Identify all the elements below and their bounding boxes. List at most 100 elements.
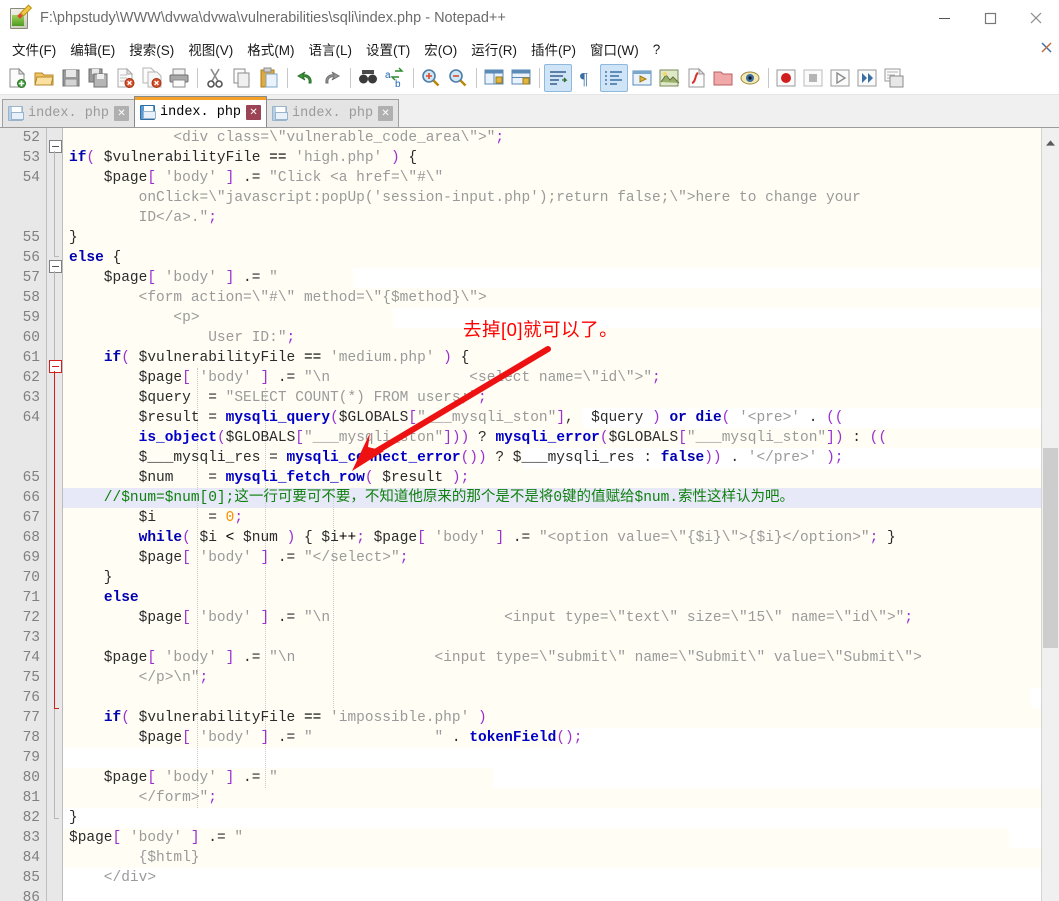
code-line-65[interactable]: $num = mysqli_fetch_row( $result ); <box>63 468 470 488</box>
cut-icon[interactable] <box>202 65 228 91</box>
menu-item-format[interactable]: 格式(M) <box>240 36 301 62</box>
code-line-54c[interactable]: ID</a>."; <box>63 208 217 228</box>
code-line-60[interactable]: User ID:"; <box>63 328 295 348</box>
save-all-icon[interactable] <box>85 65 111 91</box>
vertical-scrollbar[interactable] <box>1041 128 1059 901</box>
menu-item-settings[interactable]: 设置(T) <box>359 36 417 62</box>
code-line-64[interactable]: $result = mysqli_query($GLOBALS["___mysq… <box>63 408 844 428</box>
code-line-68[interactable]: while( $i < $num ) { $i++; $page[ 'body'… <box>63 528 896 548</box>
scrollbar-thumb[interactable] <box>1043 448 1058 648</box>
close-document-icon[interactable] <box>1041 41 1052 56</box>
code-line-54[interactable]: $page[ 'body' ] .= "Click <a href=\"#\" <box>63 168 443 188</box>
fold-toggle-53[interactable] <box>49 140 62 153</box>
replace-icon[interactable]: ab <box>382 65 408 91</box>
document-map-icon[interactable] <box>656 65 682 91</box>
zoom-out-icon[interactable] <box>445 65 471 91</box>
code-line-63[interactable]: $query = "SELECT COUNT(*) FROM users;"; <box>63 388 487 408</box>
menu-item-run[interactable]: 运行(R) <box>464 36 524 62</box>
code-line-80[interactable]: $page[ 'body' ] .= " <box>63 768 278 788</box>
code-line-84[interactable]: {$html} <box>63 848 200 868</box>
menu-item-plugins[interactable]: 插件(P) <box>524 36 583 62</box>
tab-close-icon[interactable]: ✕ <box>114 106 130 121</box>
redo-icon[interactable] <box>319 65 345 91</box>
code-line-83[interactable]: $page[ 'body' ] .= " <box>63 828 243 848</box>
code-line-76[interactable] <box>63 688 69 708</box>
tab-close-icon[interactable]: ✕ <box>378 106 394 121</box>
code-line-85[interactable]: </div> <box>63 868 156 888</box>
tab-index-php-2[interactable]: index. php ✕ <box>134 96 268 127</box>
show-all-characters-icon[interactable]: ¶ <box>573 65 599 91</box>
fold-toggle-56[interactable] <box>49 260 62 273</box>
menu-item-help[interactable]: ? <box>646 39 668 60</box>
code-line-73[interactable] <box>63 628 69 648</box>
find-icon[interactable] <box>355 65 381 91</box>
close-all-icon[interactable] <box>139 65 165 91</box>
code-line-64c[interactable]: $___mysqli_res = mysqli_connect_error())… <box>63 448 844 468</box>
code-line-67[interactable]: $i = 0; <box>63 508 243 528</box>
word-wrap-icon[interactable] <box>544 64 572 92</box>
code-line-79[interactable] <box>63 748 69 768</box>
scroll-up-button[interactable] <box>1042 134 1059 151</box>
folder-as-workspace-icon[interactable] <box>710 65 736 91</box>
new-file-icon[interactable] <box>4 65 30 91</box>
maximize-button[interactable] <box>967 0 1013 36</box>
code-line-82[interactable]: } <box>63 808 78 828</box>
code-line-81[interactable]: </form>"; <box>63 788 217 808</box>
menu-item-macro[interactable]: 宏(O) <box>417 36 464 62</box>
code-line-71[interactable]: else <box>63 588 139 608</box>
menu-item-edit[interactable]: 编辑(E) <box>63 36 122 62</box>
zoom-in-icon[interactable] <box>418 65 444 91</box>
menu-item-search[interactable]: 搜索(S) <box>122 36 181 62</box>
macro-run-multiple-icon[interactable] <box>854 65 880 91</box>
macro-record-icon[interactable] <box>773 65 799 91</box>
code-line-72[interactable]: $page[ 'body' ] .= "\n <input type=\"tex… <box>63 608 913 628</box>
copy-icon[interactable] <box>229 65 255 91</box>
code-line-57[interactable]: $page[ 'body' ] .= " <box>63 268 278 288</box>
code-line-56[interactable]: else { <box>63 248 121 268</box>
tab-index-php-1[interactable]: index. php ✕ <box>2 99 136 127</box>
monitoring-icon[interactable] <box>737 65 763 91</box>
sync-horizontal-scroll-icon[interactable] <box>508 65 534 91</box>
code-line-64b[interactable]: is_object($GLOBALS["___mysqli_ston"])) ?… <box>63 428 887 448</box>
code-line-75[interactable]: </p>\n"; <box>63 668 209 688</box>
code-line-53[interactable]: if( $vulnerabilityFile == 'high.php' ) { <box>63 148 417 168</box>
code-line-74[interactable]: $page[ 'body' ] .= "\n <input type=\"sub… <box>63 648 922 668</box>
code-line-62[interactable]: $page[ 'body' ] .= "\n <select name=\"id… <box>63 368 661 388</box>
undo-icon[interactable] <box>292 65 318 91</box>
code-line-69[interactable]: $page[ 'body' ] .= "</select>"; <box>63 548 409 568</box>
sync-vertical-scroll-icon[interactable] <box>481 65 507 91</box>
code-line-66[interactable]: //$num=$num[0];这一行可要可不要，不知道他原来的那个是不是将0键的… <box>63 488 794 508</box>
close-button[interactable] <box>1013 0 1059 36</box>
tab-close-icon[interactable]: ✕ <box>246 104 262 120</box>
macro-stop-icon[interactable] <box>800 65 826 91</box>
save-icon[interactable] <box>58 65 84 91</box>
function-list-icon[interactable] <box>683 65 709 91</box>
code-line-54b[interactable]: onClick=\"javascript:popUp('session-inpu… <box>63 188 861 208</box>
code-line-77[interactable]: if( $vulnerabilityFile == 'impossible.ph… <box>63 708 487 728</box>
code-line-58[interactable]: <form action=\"#\" method=\"{$method}\"> <box>63 288 487 308</box>
code-line-55[interactable]: } <box>63 228 78 248</box>
fold-toggle-61[interactable] <box>49 360 62 373</box>
macro-play-icon[interactable] <box>827 65 853 91</box>
code-line-70[interactable]: } <box>63 568 113 588</box>
user-defined-language-icon[interactable] <box>629 65 655 91</box>
code-folding-margin[interactable] <box>47 128 63 901</box>
tab-index-php-3[interactable]: index. php ✕ <box>266 99 400 127</box>
code-line-86[interactable] <box>63 888 69 901</box>
indent-guideline-icon[interactable] <box>600 64 628 92</box>
run-macro-dialog-icon[interactable] <box>881 65 907 91</box>
menu-item-window[interactable]: 窗口(W) <box>583 36 646 62</box>
code-line-52[interactable]: <div class=\"vulnerable_code_area\">"; <box>63 128 504 148</box>
close-file-icon[interactable] <box>112 65 138 91</box>
code-line-78[interactable]: $page[ 'body' ] .= " " . tokenField(); <box>63 728 583 748</box>
code-line-61[interactable]: if( $vulnerabilityFile == 'medium.php' )… <box>63 348 469 368</box>
menu-item-language[interactable]: 语言(L) <box>302 36 360 62</box>
open-file-icon[interactable] <box>31 65 57 91</box>
code-line-59[interactable]: <p> <box>63 308 199 328</box>
print-icon[interactable] <box>166 65 192 91</box>
menu-item-file[interactable]: 文件(F) <box>5 36 63 62</box>
paste-icon[interactable] <box>256 65 282 91</box>
code-text-area[interactable]: <div class=\"vulnerable_code_area\">"; i… <box>63 128 1041 901</box>
menu-item-view[interactable]: 视图(V) <box>181 36 240 62</box>
minimize-button[interactable] <box>921 0 967 36</box>
